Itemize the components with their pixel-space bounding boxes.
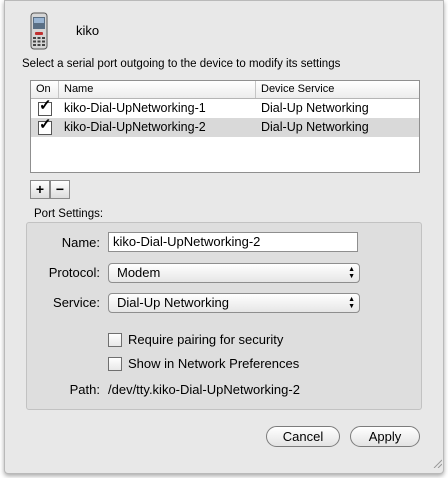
row-service: Dial-Up Networking (261, 120, 369, 134)
table-row-selected[interactable]: ✓ kiko-Dial-UpNetworking-2 Dial-Up Netwo… (31, 115, 419, 137)
row-name: kiko-Dial-UpNetworking-1 (64, 101, 206, 115)
name-label: Name: (61, 235, 100, 250)
mobile-phone-icon (30, 12, 48, 50)
require-pairing-label: Require pairing for security (128, 332, 284, 347)
table-header: On Name Device Service (31, 81, 419, 99)
checkmark-icon: ✓ (39, 115, 52, 133)
column-header-name[interactable]: Name (59, 81, 256, 98)
protocol-value: Modem (117, 265, 161, 280)
row-service: Dial-Up Networking (261, 101, 369, 115)
table-row[interactable]: ✓ kiko-Dial-UpNetworking-1 Dial-Up Netwo… (31, 96, 419, 118)
name-field[interactable]: kiko-Dial-UpNetworking-2 (108, 232, 358, 252)
remove-port-button[interactable]: − (50, 180, 70, 199)
service-popup[interactable]: Dial-Up Networking ▲ ▼ (108, 293, 360, 313)
show-in-network-label: Show in Network Preferences (128, 356, 300, 371)
row-name: kiko-Dial-UpNetworking-2 (64, 120, 206, 134)
apply-button[interactable]: Apply (350, 426, 420, 447)
device-name: kiko (76, 23, 100, 38)
path-label: Path: (69, 382, 100, 397)
serial-port-table[interactable]: On Name Device Service ✓ kiko-Dial-UpNet… (30, 80, 420, 173)
checkbox-box[interactable] (108, 332, 122, 347)
popup-arrows-icon: ▲ ▼ (348, 266, 355, 280)
checkmark-icon: ✓ (39, 96, 52, 114)
service-label: Service: (53, 295, 100, 310)
popup-arrows-icon: ▲ ▼ (348, 296, 355, 310)
column-header-device-service[interactable]: Device Service (256, 81, 419, 98)
row-enabled-checkbox[interactable]: ✓ (31, 115, 59, 137)
add-port-button[interactable]: + (30, 180, 50, 199)
column-header-on[interactable]: On (31, 81, 59, 98)
cancel-button[interactable]: Cancel (266, 426, 340, 447)
checkbox-box[interactable] (108, 356, 122, 371)
service-value: Dial-Up Networking (117, 295, 229, 310)
resize-grip-icon[interactable] (432, 458, 442, 468)
show-in-network-checkbox[interactable]: Show in Network Preferences (108, 356, 299, 371)
require-pairing-checkbox[interactable]: Require pairing for security (108, 332, 283, 347)
protocol-popup[interactable]: Modem ▲ ▼ (108, 263, 360, 283)
path-value: /dev/tty.kiko-Dial-UpNetworking-2 (108, 382, 300, 397)
protocol-label: Protocol: (48, 265, 100, 280)
instructions-text: Select a serial port outgoing to the dev… (22, 58, 341, 70)
port-settings-title: Port Settings: (34, 208, 104, 220)
